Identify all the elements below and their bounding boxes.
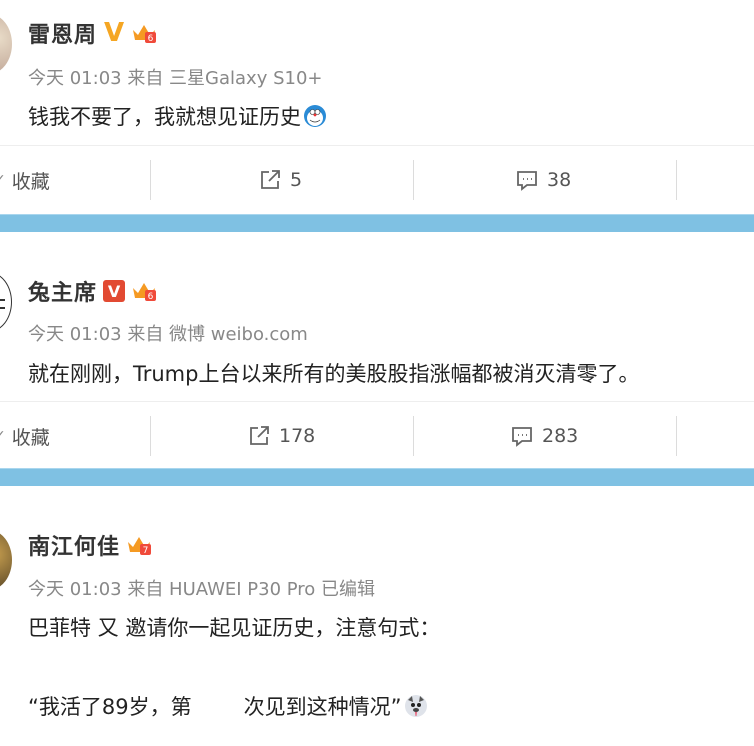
favorite-button[interactable]: ✓ 收藏 [0,160,50,200]
avatar[interactable] [0,14,12,74]
repost-count: 178 [279,425,316,447]
user-name[interactable]: 雷恩周 [28,17,97,49]
feed-separator [0,214,754,232]
post-text-part-b: 次见到这种情况” [243,695,402,719]
post-1: 雷恩周 V 6 今天 01:03 来自 三星Galaxy S10+ 钱我不要了，… [0,0,754,214]
action-bar: ✓ 收藏 178 283 [0,401,754,471]
divider [413,160,414,200]
comment-count: 283 [542,425,579,447]
post-text: 钱我不要了，我就想见证历史 [28,101,327,131]
favorite-label: 收藏 [11,426,50,449]
repost-button[interactable]: 5 [258,160,302,200]
comment-count: 38 [547,169,572,191]
avatar[interactable] [0,530,12,590]
divider [676,416,677,456]
vip-crown-icon: 6 [133,283,157,302]
repost-icon [250,426,269,445]
comment-button[interactable]: 38 [515,160,571,200]
favorite-label: 收藏 [11,170,50,193]
post-2: 兔主席 V 6 今天 01:03 来自 微博 weibo.com 就在刚刚，Tr… [0,232,754,468]
red-verified-icon: V [103,280,126,302]
gold-verified-icon: V [103,18,125,48]
repost-count: 5 [290,169,303,191]
post-meta: 今天 01:03 来自 HUAWEI P30 Pro 已编辑 [28,579,376,600]
divider [150,160,151,200]
post-text-line-2: “我活了89岁，第 次见到这种情况” [28,691,428,721]
vip-crown-icon: 6 [133,25,157,44]
post-text-part-a: “我活了89岁，第 [28,695,192,719]
svg-text:7: 7 [143,546,149,556]
post-3: 南江何佳 7 今天 01:03 来自 HUAWEI P30 Pro 已编辑 巴菲… [0,486,754,746]
divider [676,160,677,200]
repost-button[interactable]: 178 [247,416,315,456]
comment-icon [512,427,532,447]
repost-icon [261,170,280,189]
svg-text:6: 6 [148,292,154,302]
action-bar: ✓ 收藏 5 38 [0,145,754,215]
post-meta: 今天 01:03 来自 微博 weibo.com [28,324,308,345]
divider [150,416,151,456]
avatar[interactable] [0,272,12,332]
husky-emoji-icon [404,695,427,717]
svg-text:6: 6 [148,34,154,44]
vip-crown-icon: 7 [128,537,152,556]
comment-button[interactable]: 283 [510,416,578,456]
post-text-line-1: 巴菲特 又 邀请你一起见证历史，注意句式： [28,616,441,640]
user-name[interactable]: 南江何佳 [28,529,120,561]
post-text-content: 钱我不要了，我就想见证历史 [28,105,301,129]
doraemon-emoji-icon [304,105,326,127]
star-icon: ✓ [0,172,6,188]
post-meta: 今天 01:03 来自 三星Galaxy S10+ [28,68,323,89]
comment-icon [517,171,537,191]
user-name[interactable]: 兔主席 [28,275,97,307]
divider [413,416,414,456]
post-text: 就在刚刚，Trump上台以来所有的美股股指涨幅都被消灭清零了。 [28,362,640,386]
favorite-button[interactable]: ✓ 收藏 [0,416,50,456]
star-icon: ✓ [0,428,6,444]
feed-separator [0,468,754,486]
